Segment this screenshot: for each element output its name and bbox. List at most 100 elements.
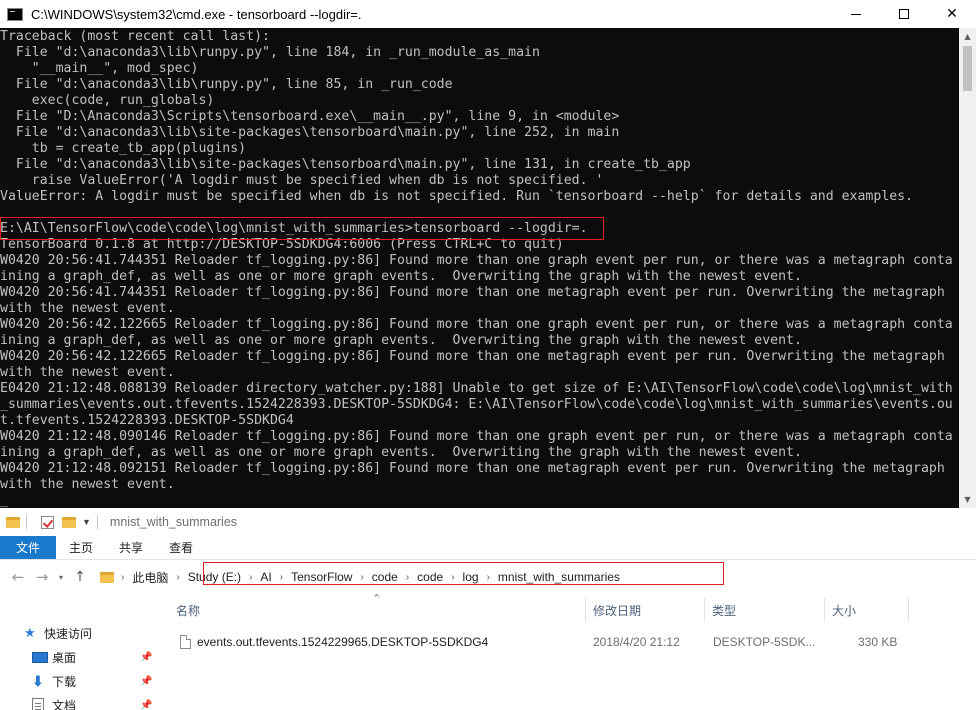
- explorer-window-title: mnist_with_summaries: [109, 515, 238, 529]
- sidebar-item-quick-access[interactable]: ★ 快速访问: [0, 622, 158, 644]
- download-icon: ⬇: [32, 672, 44, 689]
- console-line: ining a graph_def, as well as one or mor…: [0, 333, 802, 348]
- close-icon: ✕: [946, 6, 958, 22]
- address-bar: ← → ▾ ↑ › 此电脑 › Study (E:) › AI › Tensor…: [0, 560, 976, 594]
- column-divider[interactable]: [704, 598, 705, 622]
- console-line: ining a graph_def, as well as one or mor…: [0, 445, 802, 460]
- maximize-button[interactable]: [880, 0, 928, 28]
- breadcrumb-separator-icon[interactable]: ›: [173, 572, 182, 583]
- back-arrow-icon[interactable]: ←: [6, 568, 30, 586]
- console-line: tb = create_tb_app(plugins): [31, 141, 247, 156]
- breadcrumb-separator-icon: ›: [121, 571, 125, 583]
- toolbar-divider: [96, 515, 98, 529]
- minimize-button[interactable]: [832, 0, 880, 28]
- pin-icon[interactable]: 📌: [140, 652, 152, 663]
- console-line: _: [0, 493, 8, 508]
- column-header-type[interactable]: 类型: [712, 602, 736, 620]
- close-button[interactable]: ✕: [928, 0, 976, 28]
- file-list: 名称 修改日期 类型 大小 events.out.tfevents.152422…: [160, 594, 976, 710]
- star-icon: ★: [24, 625, 36, 640]
- sidebar-item-desktop[interactable]: 桌面 📌: [0, 646, 158, 668]
- console-line: _summaries\events.out.tfevents.152422839…: [0, 397, 953, 412]
- file-modified: 2018/4/20 21:12: [593, 635, 680, 649]
- column-header-size[interactable]: 大小: [832, 602, 856, 620]
- file-type: DESKTOP-5SDK...: [713, 635, 816, 649]
- column-header-modified[interactable]: 修改日期: [593, 602, 641, 620]
- cmd-window-title: C:\WINDOWS\system32\cmd.exe - tensorboar…: [31, 6, 362, 22]
- column-divider[interactable]: [824, 598, 825, 622]
- console-line: W0420 21:12:48.092151 Reloader tf_loggin…: [0, 461, 945, 476]
- file-name[interactable]: events.out.tfevents.1524229965.DESKTOP-5…: [197, 635, 488, 649]
- minimize-icon: [851, 13, 861, 15]
- sidebar-item-documents[interactable]: 文档 📌: [0, 694, 158, 710]
- tab-home[interactable]: 主页: [56, 536, 106, 559]
- column-header-name[interactable]: 名称: [176, 602, 200, 620]
- toolbar-divider: [26, 515, 27, 529]
- console-line: exec(code, run_globals): [31, 93, 215, 108]
- sidebar-item-label: 快速访问: [44, 626, 93, 641]
- console-line: E0420 21:12:48.088139 Reloader directory…: [0, 381, 953, 396]
- desktop-icon: [32, 651, 48, 663]
- console-line: raise ValueError('A logdir must be speci…: [31, 173, 604, 188]
- tab-share[interactable]: 共享: [106, 536, 156, 559]
- console-line: File "d:\anaconda3\lib\runpy.py", line 1…: [15, 45, 540, 60]
- console-line: with the newest event.: [0, 301, 175, 316]
- ribbon-tabs: 文件 主页 共享 查看: [0, 536, 976, 560]
- console-line: W0420 21:12:48.090146 Reloader tf_loggin…: [0, 429, 953, 444]
- console-line: File "d:\anaconda3\lib\site-packages\ten…: [15, 125, 620, 140]
- sort-ascending-icon: ⌃: [372, 592, 382, 605]
- sidebar-item-downloads[interactable]: ⬇ 下载 📌: [0, 670, 158, 692]
- chevron-down-icon[interactable]: ▼: [82, 517, 91, 527]
- tab-view[interactable]: 查看: [156, 536, 206, 559]
- navigation-pane: ★ 快速访问 桌面 📌 ⬇ 下载 📌 文档 📌: [0, 594, 158, 710]
- pin-icon[interactable]: 📌: [140, 700, 152, 710]
- console-line: ining a graph_def, as well as one or mor…: [0, 269, 802, 284]
- quick-access-toolbar: ▼ mnist_with_summaries: [0, 508, 976, 536]
- sidebar-item-label: 下载: [52, 674, 77, 689]
- file-size: 330 KB: [858, 635, 898, 649]
- breadcrumb-this-pc[interactable]: 此电脑: [127, 569, 173, 586]
- scroll-down-icon[interactable]: ▼: [959, 491, 976, 508]
- console-line: ValueError: A logdir must be specified w…: [0, 189, 914, 204]
- tab-file[interactable]: 文件: [0, 536, 57, 559]
- console-line: File "d:\anaconda3\lib\site-packages\ten…: [15, 157, 691, 172]
- console-scrollbar[interactable]: ▲ ▼: [959, 28, 976, 508]
- folder-icon: [6, 516, 20, 528]
- console-text: Traceback (most recent call last): File …: [0, 29, 959, 508]
- console-line: File "d:\anaconda3\lib\runpy.py", line 8…: [15, 77, 453, 92]
- console-line: W0420 20:56:41.744351 Reloader tf_loggin…: [0, 253, 953, 268]
- command-highlight-box: [0, 217, 604, 240]
- properties-icon[interactable]: [41, 515, 54, 529]
- file-explorer-window: ▼ mnist_with_summaries 文件 主页 共享 查看 ← → ▾…: [0, 508, 976, 710]
- table-row[interactable]: events.out.tfevents.1524229965.DESKTOP-5…: [160, 632, 976, 654]
- up-arrow-icon[interactable]: ↑: [68, 569, 92, 585]
- cmd-titlebar[interactable]: C:\WINDOWS\system32\cmd.exe - tensorboar…: [0, 0, 976, 28]
- console-line: "__main__", mod_spec): [31, 61, 199, 76]
- scroll-thumb[interactable]: [963, 46, 972, 91]
- column-divider[interactable]: [908, 598, 909, 622]
- pin-icon[interactable]: 📌: [140, 676, 152, 687]
- console-line: Traceback (most recent call last):: [0, 29, 270, 44]
- scroll-up-icon[interactable]: ▲: [959, 28, 976, 45]
- address-highlight-box: [203, 562, 724, 585]
- forward-arrow-icon[interactable]: →: [30, 568, 54, 586]
- sidebar-item-label: 桌面: [52, 650, 77, 665]
- column-divider[interactable]: [585, 598, 586, 622]
- cmd-app-icon: [7, 7, 23, 21]
- console-line: t.tfevents.1524228393.DESKTOP-5SDKDG4: [0, 413, 294, 428]
- console-line: with the newest event.: [0, 365, 175, 380]
- console-line: W0420 20:56:42.122665 Reloader tf_loggin…: [0, 349, 945, 364]
- explorer-body: ★ 快速访问 桌面 📌 ⬇ 下载 📌 文档 📌 名称 修改日期 类型 大小 ev…: [0, 594, 976, 710]
- documents-icon: [32, 697, 44, 710]
- console-output[interactable]: Traceback (most recent call last): File …: [0, 28, 959, 508]
- recent-locations-chevron-icon[interactable]: ▾: [54, 573, 68, 582]
- location-folder-icon: [100, 571, 114, 583]
- file-icon: [180, 635, 191, 649]
- console-line: File "D:\Anaconda3\Scripts\tensorboard.e…: [15, 109, 620, 124]
- console-line: W0420 20:56:42.122665 Reloader tf_loggin…: [0, 317, 953, 332]
- console-line: with the newest event.: [0, 477, 175, 492]
- console-line: W0420 20:56:41.744351 Reloader tf_loggin…: [0, 285, 945, 300]
- sidebar-item-label: 文档: [52, 698, 77, 710]
- new-folder-icon[interactable]: [62, 516, 76, 528]
- maximize-icon: [899, 9, 909, 19]
